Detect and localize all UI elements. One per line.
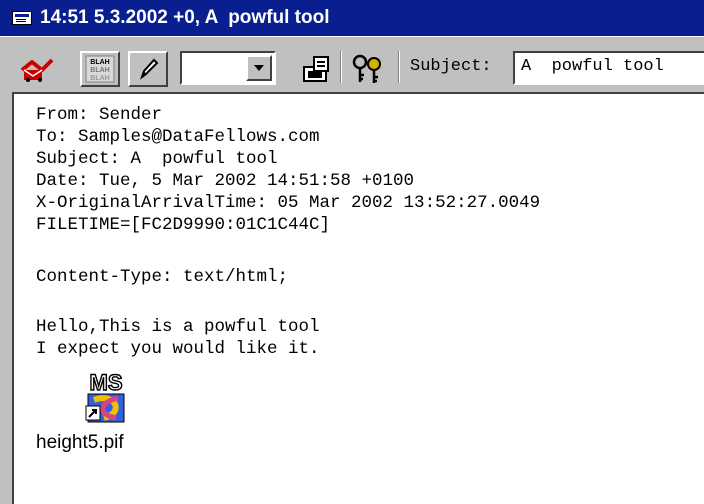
pencil-button[interactable] bbox=[128, 51, 168, 87]
svg-text:BLAH: BLAH bbox=[90, 67, 109, 74]
header-filetime: FILETIME=[FC2D9990:01C1C44C] bbox=[36, 215, 331, 235]
attachment-filename[interactable]: height5.pif bbox=[36, 432, 124, 454]
subject-field[interactable]: A powful tool bbox=[513, 51, 704, 85]
header-date: Date: Tue, 5 Mar 2002 14:51:58 +0100 bbox=[36, 171, 415, 191]
pencil-icon bbox=[140, 58, 159, 80]
svg-text:BLAH: BLAH bbox=[90, 75, 109, 82]
svg-text:BLAH: BLAH bbox=[90, 59, 109, 66]
subject-label: Subject: bbox=[410, 57, 492, 76]
chevron-down-icon[interactable] bbox=[246, 55, 272, 81]
body-line: Hello,This is a powful tool bbox=[36, 317, 320, 337]
header-subject: Subject: A powful tool bbox=[36, 149, 278, 169]
content-type-line: Content-Type: text/html; bbox=[36, 267, 289, 287]
body-line: I expect you would like it. bbox=[36, 339, 320, 359]
header-from: From: Sender bbox=[36, 105, 163, 125]
keys-button[interactable] bbox=[348, 51, 386, 87]
svg-text:MS: MS bbox=[90, 370, 123, 395]
title-bar[interactable]: 14:51 5.3.2002 +0, A powful tool bbox=[0, 0, 704, 36]
window-menu-icon[interactable] bbox=[12, 11, 32, 25]
window-title: 14:51 5.3.2002 +0, A powful tool bbox=[40, 7, 330, 28]
save-file-icon bbox=[303, 56, 329, 82]
header-arrival-time: X-OriginalArrivalTime: 05 Mar 2002 13:52… bbox=[36, 193, 541, 213]
save-file-button[interactable] bbox=[298, 51, 334, 87]
toolbar-separator bbox=[340, 51, 342, 83]
message-body[interactable]: From: Sender To: Samples@DataFellows.com… bbox=[12, 92, 704, 504]
font-combo-box[interactable] bbox=[180, 51, 276, 85]
toolbar-separator bbox=[398, 51, 400, 83]
blah-stamp-button[interactable]: BLAH BLAH BLAH bbox=[80, 51, 120, 87]
header-to: To: Samples@DataFellows.com bbox=[36, 127, 320, 147]
ms-dos-shortcut-icon[interactable]: MS bbox=[74, 368, 138, 432]
envelope-icon[interactable] bbox=[20, 53, 54, 83]
blah-stamp-icon: BLAH BLAH BLAH bbox=[85, 55, 115, 83]
key-keys-icon bbox=[352, 54, 381, 83]
toolbar: BLAH BLAH BLAH Subject: A powful tool bbox=[0, 36, 704, 92]
